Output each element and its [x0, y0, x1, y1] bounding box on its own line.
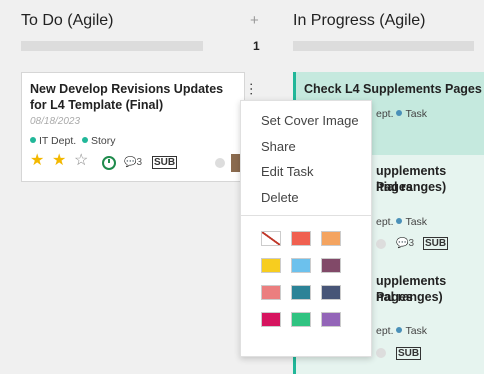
menu-item-delete[interactable]: Delete [261, 190, 299, 205]
card-menu-icon[interactable]: ⋯ [244, 82, 260, 96]
tag-dot [82, 137, 88, 143]
sub-badge: SUB [152, 156, 178, 169]
card-tags: ept. Task [376, 108, 427, 120]
card-tags: ept. Task [376, 216, 427, 228]
card-title: New Develop Revisions Updates for L4 Tem… [30, 82, 224, 112]
status-circle-icon[interactable] [376, 239, 386, 249]
menu-item-set-cover-image[interactable]: Set Cover Image [261, 113, 359, 128]
color-swatch[interactable] [291, 258, 311, 273]
menu-item-edit-task[interactable]: Edit Task [261, 164, 314, 179]
message-count: 💬3 [396, 238, 415, 249]
card-deadline: 08/18/2023 [30, 116, 81, 127]
status-circle-icon[interactable] [215, 158, 225, 168]
tag-story: Story [91, 135, 116, 147]
column-progress-bar [293, 41, 474, 51]
color-swatch[interactable] [321, 231, 341, 246]
add-card-button[interactable]: + [250, 12, 259, 29]
color-swatch[interactable] [261, 312, 281, 327]
card-title-line: nal ranges) [376, 290, 443, 304]
status-circle-icon[interactable] [376, 348, 386, 358]
card-title: Check L4 Supplements Pages [304, 82, 482, 96]
priority-star-icon[interactable]: ☆ [74, 153, 88, 169]
column-title-in-progress: In Progress (Agile) [293, 12, 426, 29]
message-count: 💬3 [124, 157, 143, 168]
column-title-todo: To Do (Agile) [21, 12, 114, 29]
menu-item-share[interactable]: Share [261, 139, 296, 154]
sub-badge: SUB [423, 237, 449, 250]
priority-star-icon[interactable]: ★ [52, 153, 66, 169]
color-swatch[interactable] [291, 231, 311, 246]
color-swatch[interactable] [291, 285, 311, 300]
tag-task: Task [405, 325, 428, 337]
color-swatch[interactable] [321, 258, 341, 273]
tag-task: Task [405, 108, 428, 120]
message-count-value: 3 [136, 157, 143, 168]
message-count-value: 3 [408, 238, 415, 249]
column-count: 1 [253, 39, 260, 53]
tag-dept: ept. [376, 108, 394, 120]
no-color-swatch[interactable] [261, 231, 281, 246]
tag-task: Task [405, 216, 428, 228]
card-dropdown-menu: Set Cover Image Share Edit Task Delete [240, 100, 372, 357]
tag-dept: ept. [376, 325, 394, 337]
menu-divider [241, 215, 371, 216]
tag-dot [396, 327, 403, 333]
card-title-line: itial ranges) [376, 180, 447, 194]
tag-dept: ept. [376, 216, 394, 228]
card-tags: IT Dept. Story [30, 135, 116, 147]
tag-dot [396, 218, 403, 224]
color-swatch[interactable] [261, 285, 281, 300]
priority-star-icon[interactable]: ★ [30, 153, 44, 169]
color-swatch[interactable] [321, 312, 341, 327]
tag-dot [30, 137, 36, 143]
color-swatch[interactable] [291, 312, 311, 327]
sub-badge: SUB [396, 347, 422, 360]
card-tags: ept. Task [376, 325, 427, 337]
tag-it-dept: IT Dept. [39, 135, 77, 147]
tag-dot [396, 110, 403, 116]
activity-clock-icon[interactable] [102, 156, 116, 170]
kanban-card[interactable]: New Develop Revisions Updates for L4 Tem… [21, 72, 245, 182]
column-progress-bar [21, 41, 203, 51]
color-swatch[interactable] [321, 285, 341, 300]
color-swatch[interactable] [261, 258, 281, 273]
